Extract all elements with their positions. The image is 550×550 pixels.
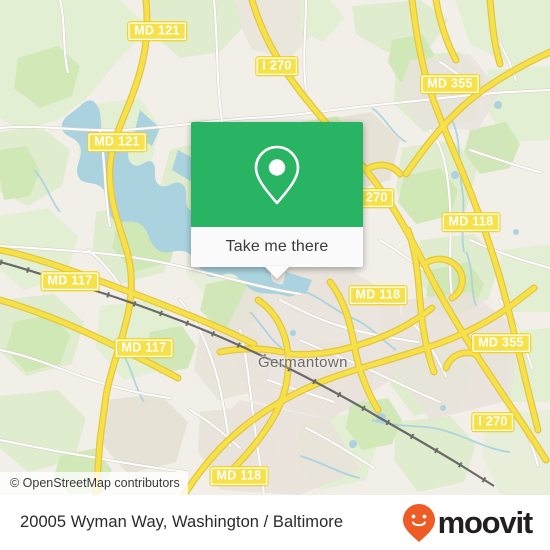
map-canvas[interactable]: Germantown MD 121 I 270 MD 355 MD 121 I 270 M… xyxy=(0,0,550,495)
road-shield: MD 121 xyxy=(127,21,187,41)
bottom-info-bar: 20005 Wyman Way, Washington / Baltimore … xyxy=(0,495,550,550)
road-shield: MD 118 xyxy=(348,285,408,305)
map-pin-icon xyxy=(254,145,300,204)
road-shield: MD 117 xyxy=(40,271,100,291)
road-shield: I 270 xyxy=(255,56,299,76)
callout-marker-area xyxy=(191,122,363,227)
take-me-there-label: Take me there xyxy=(225,238,329,255)
moovit-smiley-pin-icon xyxy=(402,503,435,542)
road-shield: MD 355 xyxy=(471,333,531,353)
moovit-wordmark: moovit xyxy=(437,505,534,540)
road-shield: I 270 xyxy=(471,412,515,432)
callout-pointer-tail xyxy=(264,266,290,279)
moovit-logo[interactable]: moovit xyxy=(402,503,534,543)
callout-action-area[interactable]: Take me there xyxy=(191,227,363,279)
address-label: 20005 Wyman Way, Washington / Baltimore xyxy=(20,513,344,531)
road-shield: MD 118 xyxy=(209,466,269,486)
moovit-map-screen: Germantown MD 121 I 270 MD 355 MD 121 I 270 M… xyxy=(0,0,550,550)
map-attribution[interactable]: © OpenStreetMap contributors xyxy=(0,472,188,495)
location-callout-card[interactable]: Take me there xyxy=(191,122,363,279)
road-shield: MD 118 xyxy=(441,212,501,232)
road-shield: MD 355 xyxy=(420,74,480,94)
road-shield: MD 121 xyxy=(87,132,147,152)
road-shield: MD 117 xyxy=(114,338,174,358)
